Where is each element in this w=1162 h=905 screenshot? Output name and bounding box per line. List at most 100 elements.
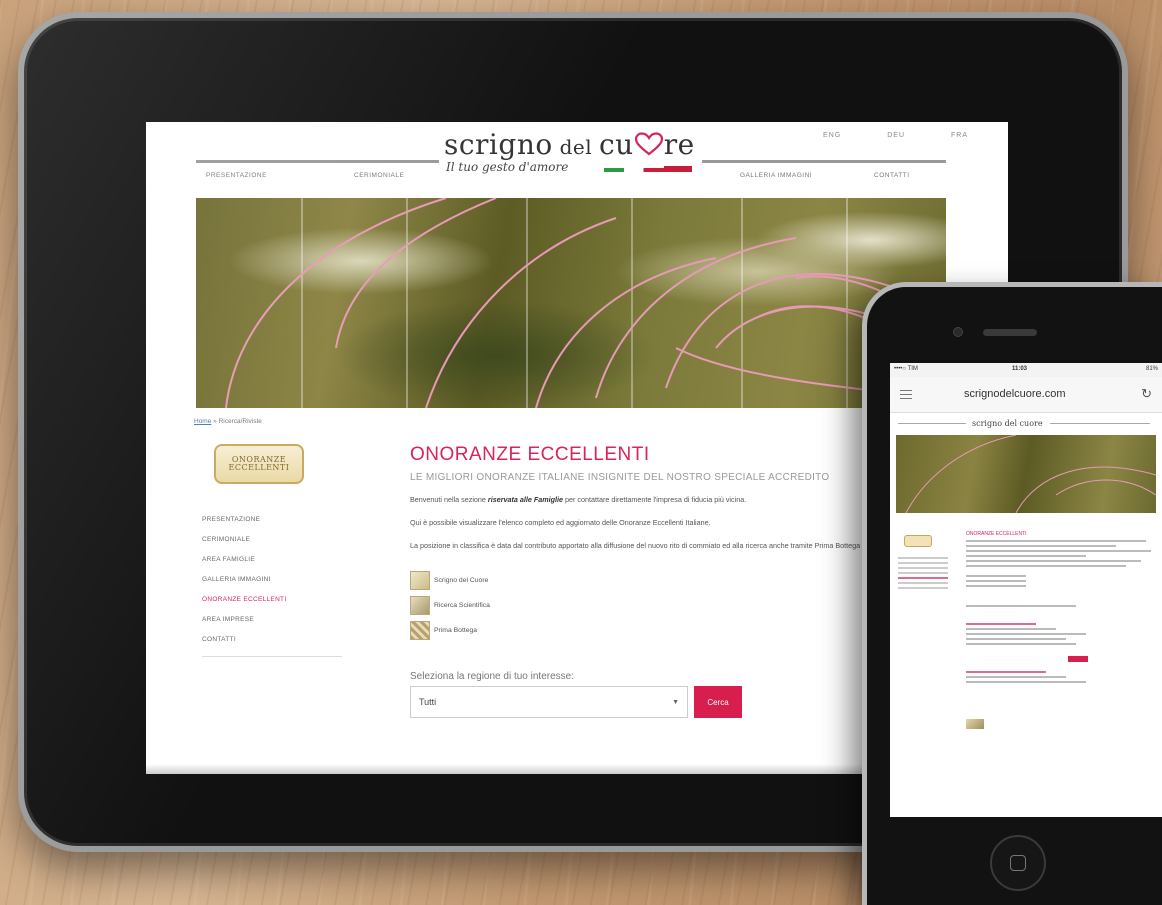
carrier-label: ••••○ TIM (894, 366, 918, 372)
hero-banner (196, 198, 946, 408)
phone-device: ••••○ TIM 11:03 81% scrignodelcuore.com … (862, 282, 1162, 905)
mobile-sidebar-item-active[interactable] (898, 577, 948, 579)
logo-tagline: Il tuo gesto d'amore (446, 160, 569, 174)
mobile-sidebar-item[interactable] (898, 587, 948, 589)
mobile-text-line (966, 638, 1066, 640)
mobile-text-line (966, 575, 1026, 577)
italian-flag-stripe (604, 168, 664, 172)
sidebar-item-presentazione[interactable]: PRESENTAZIONE (202, 510, 342, 530)
mobile-sidebar-item[interactable] (898, 557, 948, 559)
phone-screen: ••••○ TIM 11:03 81% scrignodelcuore.com … (890, 363, 1162, 817)
search-button[interactable]: Cerca (694, 686, 742, 718)
intro-text-post: per contattare direttamente l'impresa di… (563, 495, 747, 504)
mobile-text-line (966, 540, 1146, 542)
status-bar: ••••○ TIM 11:03 81% (890, 363, 1162, 377)
onoranze-eccellenti-logo: ONORANZE ECCELLENTI (214, 444, 304, 484)
mobile-result-title[interactable] (966, 623, 1036, 625)
speaker-grille (983, 329, 1037, 336)
logo-word-4: re (663, 128, 695, 161)
sidebar-item-area-famiglie[interactable]: AREA FAMIGLIE (202, 550, 342, 570)
url-text[interactable]: scrignodelcuore.com (964, 388, 1066, 400)
mobile-onoranze-logo (904, 535, 932, 547)
sidebar-item-contatti[interactable]: CONTATTI (202, 630, 342, 650)
sidebar-nav: PRESENTAZIONE CERIMONIALE AREA FAMIGLIE … (202, 510, 342, 657)
breadcrumb-home-link[interactable]: Home (194, 418, 211, 425)
mobile-select[interactable] (966, 605, 1076, 607)
mobile-text-line (966, 633, 1086, 635)
home-button-icon[interactable] (990, 835, 1046, 891)
mobile-text-line (966, 628, 1056, 630)
mobile-header-rule (1050, 423, 1150, 424)
sidebar-logo-line2: ECCELLENTI (228, 463, 290, 472)
header-rule-right (702, 160, 946, 163)
header-rule-left (196, 160, 439, 163)
mobile-site-logo[interactable]: scrigno del cuore (972, 419, 1043, 428)
sidebar-item-galleria-immagini[interactable]: GALLERIA IMMAGINI (202, 570, 342, 590)
site-header: ENG DEU FRA PRESENTAZIONE CERIMONIALE GA… (146, 122, 1008, 198)
mobile-sidebar (898, 557, 948, 592)
nav-presentazione[interactable]: PRESENTAZIONE (206, 172, 267, 179)
front-camera-icon (953, 327, 963, 337)
scrigno-thumbnail-icon (410, 571, 430, 590)
mobile-text-line (966, 676, 1066, 678)
legend-label: Ricerca Scientifica (434, 602, 490, 609)
ricerca-thumbnail-icon (410, 596, 430, 615)
mobile-text-line (966, 545, 1116, 547)
hero-arcs (225, 198, 946, 408)
logo-word-1: scrigno (444, 128, 553, 161)
battery-label: 81% (1145, 366, 1158, 372)
sidebar-divider (202, 656, 342, 657)
status-time: 11:03 (1012, 366, 1028, 372)
sidebar-item-area-imprese[interactable]: AREA IMPRESE (202, 610, 342, 630)
logo-word-3: cu (598, 128, 634, 161)
mobile-sidebar-item[interactable] (898, 582, 948, 584)
breadcrumb-separator: » (211, 418, 219, 425)
chevron-down-icon: ▼ (672, 698, 679, 706)
home-square-icon (1010, 855, 1026, 871)
mobile-main-content: ONORANZE ECCELLENTI (966, 531, 1156, 683)
sidebar-item-onoranze-eccellenti[interactable]: ONORANZE ECCELLENTI (202, 590, 342, 610)
menu-icon[interactable] (900, 390, 912, 399)
mobile-header-rule (898, 423, 966, 424)
legend-label: Prima Bottega (434, 627, 478, 634)
nav-galleria-immagini[interactable]: GALLERIA IMMAGINI (740, 172, 812, 179)
lang-eng-link[interactable]: ENG (823, 132, 841, 139)
mobile-text-line (966, 681, 1086, 683)
lang-fra-link[interactable]: FRA (951, 132, 968, 139)
breadcrumb-current: Ricerca/Riviste (218, 418, 262, 425)
mobile-text-line (966, 555, 1086, 557)
nav-cerimoniale[interactable]: CERIMONIALE (354, 172, 404, 179)
mobile-thumbnail-icon (966, 719, 984, 729)
site-logo[interactable]: scrigno del cu re (444, 128, 695, 161)
browser-url-bar: scrignodelcuore.com ↻ (890, 377, 1162, 413)
mobile-sidebar-item[interactable] (898, 572, 948, 574)
lang-deu-link[interactable]: DEU (887, 132, 905, 139)
mobile-page-title: ONORANZE ECCELLENTI (966, 531, 1027, 537)
region-select[interactable]: Tutti ▼ (410, 686, 688, 718)
mobile-text-line (966, 643, 1076, 645)
mobile-text-line (966, 550, 1151, 552)
sidebar-item-cerimoniale[interactable]: CERIMONIALE (202, 530, 342, 550)
mobile-text-line (966, 565, 1126, 567)
red-badge (664, 166, 692, 172)
heart-icon (634, 132, 663, 156)
mobile-search-button[interactable] (1068, 656, 1088, 662)
language-switcher: ENG DEU FRA (823, 132, 968, 139)
bottega-thumbnail-icon (410, 621, 430, 640)
mobile-text-line (966, 585, 1026, 587)
intro-text-bold: riservata alle Famiglie (487, 495, 564, 504)
legend-label: Scrigno del Cuore (434, 577, 489, 584)
mobile-sidebar-item[interactable] (898, 567, 948, 569)
region-select-value: Tutti (419, 697, 437, 707)
reload-icon[interactable]: ↻ (1141, 386, 1152, 402)
breadcrumb: Home » Ricerca/Riviste (194, 418, 262, 425)
mobile-hero-banner (896, 434, 1157, 514)
mobile-text-line (966, 580, 1026, 582)
mobile-result-title[interactable] (966, 671, 1046, 673)
nav-contatti[interactable]: CONTATTI (874, 172, 910, 179)
intro-text-pre: Benvenuti nella sezione (410, 495, 488, 504)
logo-word-2: del (552, 135, 599, 159)
mobile-text-line (966, 560, 1141, 562)
mobile-hero-arcs (905, 434, 1157, 514)
mobile-sidebar-item[interactable] (898, 562, 948, 564)
